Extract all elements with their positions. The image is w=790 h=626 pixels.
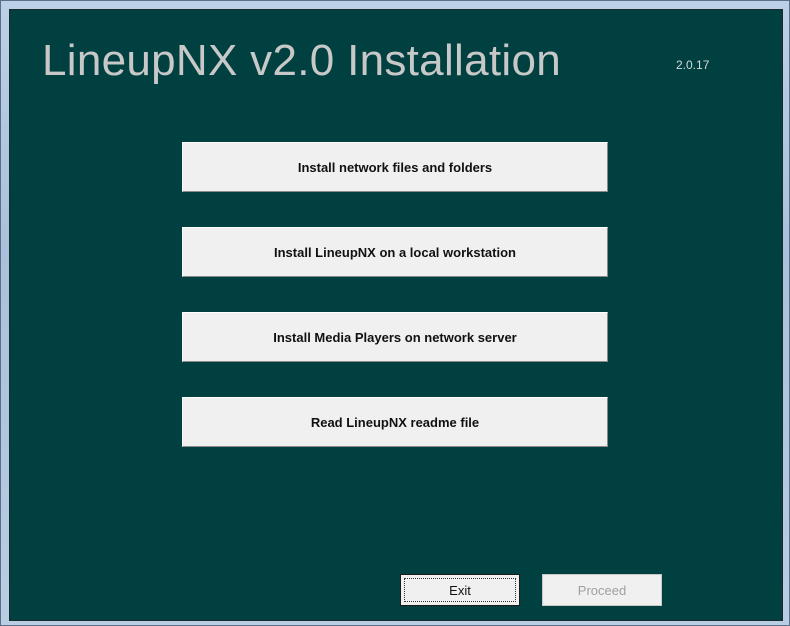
- version-label: 2.0.17: [676, 58, 710, 72]
- proceed-button[interactable]: Proceed: [542, 574, 662, 606]
- app-title: LineupNX v2.0 Installation: [42, 36, 562, 85]
- install-media-players-button[interactable]: Install Media Players on network server: [182, 312, 608, 362]
- window-frame: LineupNX v2.0 Installation 2.0.17 Instal…: [0, 0, 790, 626]
- install-local-workstation-button[interactable]: Install LineupNX on a local workstation: [182, 227, 608, 277]
- focus-ring: [404, 578, 516, 602]
- install-network-files-button[interactable]: Install network files and folders: [182, 142, 608, 192]
- proceed-button-label: Proceed: [577, 582, 627, 598]
- exit-button[interactable]: Exit: [400, 574, 520, 606]
- installer-panel: LineupNX v2.0 Installation 2.0.17 Instal…: [9, 9, 783, 621]
- read-readme-button[interactable]: Read LineupNX readme file: [182, 397, 608, 447]
